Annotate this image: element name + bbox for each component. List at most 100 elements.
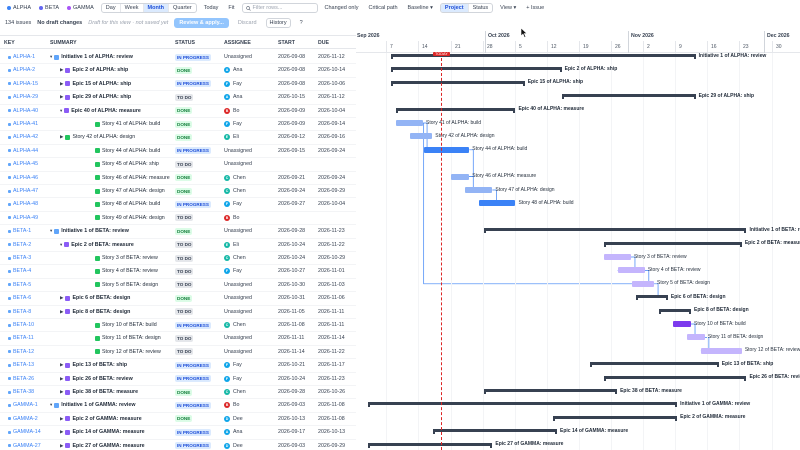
start-date[interactable]: 2026-09-15 — [278, 148, 305, 154]
table-row[interactable]: BETA-26 ▶ Epic 26 of BETA: review IN PROGRE… — [0, 373, 356, 386]
table-row[interactable]: ALPHA-47 Story 47 of ALPHA: design DONE C Ch… — [0, 185, 356, 199]
start-date[interactable]: 2026-09-03 — [278, 402, 305, 408]
due-date[interactable]: 2026-11-23 — [318, 228, 345, 234]
table-row[interactable]: BETA-1 ▾ Initiative 1 of BETA: review DONE U… — [0, 225, 356, 239]
gantt-summary-bar[interactable] — [432, 429, 558, 435]
gantt-summary-bar[interactable] — [590, 362, 719, 368]
summary-cell[interactable]: Story 48 of ALPHA: build — [95, 201, 160, 207]
status-badge[interactable]: TO DO — [175, 241, 194, 249]
gantt-summary-bar[interactable] — [483, 228, 747, 234]
issue-key[interactable]: GAMMA-14 — [8, 429, 41, 435]
issue-key[interactable]: BETA-1 — [8, 228, 31, 234]
summary-cell[interactable]: ▶ Epic 2 of GAMMA: measure — [60, 416, 142, 422]
expand-icon[interactable]: ▶ — [60, 389, 63, 395]
start-date[interactable]: 2026-09-03 — [278, 443, 305, 449]
start-date[interactable]: 2026-10-30 — [278, 282, 305, 288]
status-badge[interactable]: IN PROGRESS — [175, 375, 211, 383]
assignee-cell[interactable]: C Chen — [224, 255, 246, 261]
status-badge[interactable]: IN PROGRESS — [175, 200, 211, 208]
critical-path-toggle[interactable]: Critical path — [365, 4, 400, 12]
table-row[interactable]: ALPHA-41 Story 41 of ALPHA: build DONE F Fay… — [0, 118, 356, 132]
summary-cell[interactable]: Story 46 of ALPHA: measure — [95, 175, 170, 181]
issue-key[interactable]: ALPHA-40 — [8, 108, 38, 114]
start-date[interactable]: 2026-09-12 — [278, 134, 305, 140]
status-badge[interactable]: DONE — [175, 133, 193, 141]
gantt-bar[interactable] — [423, 146, 470, 153]
gantt-bar[interactable] — [603, 254, 631, 260]
summary-cell[interactable]: ▶ Epic 13 of BETA: ship — [60, 362, 127, 368]
gantt-summary-bar[interactable] — [368, 402, 678, 408]
gantt-bar[interactable] — [451, 173, 470, 180]
assignee-cell[interactable]: C Chen — [224, 188, 246, 194]
due-date[interactable]: 2026-11-08 — [318, 416, 345, 422]
start-date[interactable]: 2026-11-05 — [278, 309, 305, 315]
start-date[interactable]: 2026-09-28 — [278, 228, 305, 234]
zoom-quarter[interactable]: Quarter — [169, 4, 196, 12]
start-date[interactable]: 2026-11-14 — [278, 349, 305, 355]
due-date[interactable]: 2026-10-06 — [318, 81, 345, 87]
today-button[interactable]: Today — [201, 4, 222, 12]
col-key[interactable]: KEY — [4, 40, 15, 46]
issue-key[interactable]: ALPHA-46 — [8, 175, 38, 181]
gantt-bar[interactable] — [409, 133, 433, 140]
expand-icon[interactable]: ▶ — [60, 134, 63, 140]
due-date[interactable]: 2026-11-03 — [318, 282, 345, 288]
table-row[interactable]: BETA-10 Story 10 of BETA: build IN PROGRES… — [0, 319, 356, 333]
table-row[interactable]: BETA-8 ▶ Epic 8 of BETA: design TO DO Unassi… — [0, 306, 356, 319]
status-badge[interactable]: IN PROGRESS — [175, 321, 211, 329]
summary-cell[interactable]: Story 5 of BETA: design — [95, 282, 158, 288]
start-date[interactable]: 2026-09-24 — [278, 188, 305, 194]
issue-key[interactable]: BETA-6 — [8, 295, 31, 301]
due-date[interactable]: 2026-11-22 — [318, 242, 345, 248]
issue-key[interactable]: BETA-13 — [8, 362, 34, 368]
expand-icon[interactable]: ▶ — [60, 295, 63, 301]
start-date[interactable]: 2026-09-17 — [278, 429, 305, 435]
assignee-cell[interactable]: D Dee — [224, 442, 243, 449]
summary-cell[interactable]: ▶ Story 42 of ALPHA: design — [60, 134, 135, 140]
assignee-cell[interactable]: F Fay — [224, 201, 242, 208]
issue-key[interactable]: BETA-38 — [8, 389, 34, 395]
assignee-cell[interactable]: Unassigned — [224, 295, 252, 301]
gantt-summary-bar[interactable] — [391, 67, 562, 73]
summary-cell[interactable]: ▾ Epic 40 of ALPHA: measure — [60, 108, 141, 114]
assignee-cell[interactable]: Unassigned — [224, 335, 252, 341]
summary-cell[interactable]: ▾ Initiative 1 of GAMMA: review — [50, 402, 135, 408]
due-date[interactable]: 2026-09-29 — [318, 443, 345, 449]
status-badge[interactable]: DONE — [175, 187, 193, 195]
summary-cell[interactable]: ▶ Epic 8 of BETA: design — [60, 309, 130, 315]
issue-key[interactable]: ALPHA-48 — [8, 201, 38, 207]
help-button[interactable]: ? — [297, 19, 306, 27]
due-date[interactable]: 2026-11-23 — [318, 376, 345, 382]
status-badge[interactable]: IN PROGRESS — [175, 428, 211, 436]
expand-icon[interactable]: ▶ — [60, 429, 63, 435]
assignee-cell[interactable]: F Fay — [224, 375, 242, 382]
assignee-cell[interactable]: C Chen — [224, 174, 246, 181]
issue-key[interactable]: GAMMA-1 — [8, 402, 38, 408]
assignee-cell[interactable]: A Ana — [224, 429, 242, 436]
assignee-cell[interactable]: Unassigned — [224, 349, 252, 355]
table-row[interactable]: BETA-3 Story 3 of BETA: review TO DO C Chen 2… — [0, 252, 356, 266]
issue-key[interactable]: ALPHA-47 — [8, 188, 38, 194]
start-date[interactable]: 2026-10-21 — [278, 362, 305, 368]
start-date[interactable]: 2026-09-27 — [278, 201, 305, 207]
group-status[interactable]: Status — [469, 4, 493, 12]
summary-cell[interactable]: Story 12 of BETA: review — [95, 349, 161, 355]
gantt-bar[interactable] — [687, 334, 705, 341]
table-row[interactable]: BETA-5 Story 5 of BETA: design TO DO Unassi… — [0, 279, 356, 293]
issue-key[interactable]: GAMMA-2 — [8, 416, 38, 422]
summary-cell[interactable]: ▶ Epic 6 of BETA: design — [60, 295, 130, 301]
collapse-icon[interactable]: ▾ — [50, 54, 52, 60]
start-date[interactable]: 2026-09-08 — [278, 67, 305, 73]
table-row[interactable]: BETA-2 ▾ Epic 2 of BETA: measure TO DO E Eli 2… — [0, 239, 356, 252]
summary-cell[interactable]: Story 41 of ALPHA: build — [95, 121, 160, 127]
changed-only-toggle[interactable]: Changed only — [322, 4, 362, 12]
gantt-bar[interactable] — [617, 267, 645, 274]
collapse-icon[interactable]: ▾ — [50, 402, 52, 408]
due-date[interactable]: 2026-10-04 — [318, 108, 345, 114]
summary-cell[interactable]: Story 44 of ALPHA: build — [95, 148, 160, 154]
project-chip-alpha[interactable]: ALPHA — [4, 4, 34, 12]
zoom-month[interactable]: Month — [143, 4, 170, 12]
start-date[interactable]: 2026-11-08 — [278, 322, 305, 328]
assignee-cell[interactable]: B Bo — [224, 402, 239, 409]
gantt-bar[interactable] — [479, 200, 516, 207]
